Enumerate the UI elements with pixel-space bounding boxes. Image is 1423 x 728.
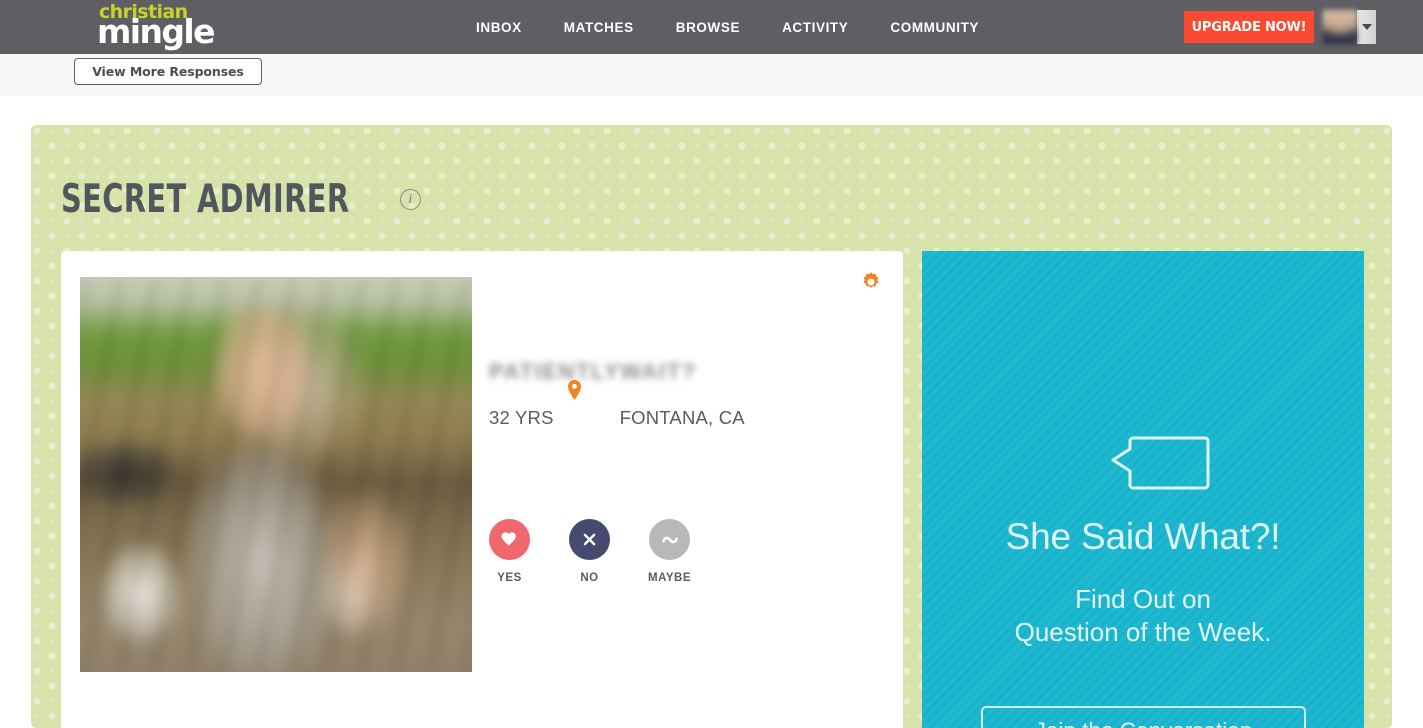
promo-subtext: Find Out on Question of the Week. — [922, 583, 1364, 648]
speech-bubble-icon — [1111, 430, 1211, 492]
gear-icon[interactable] — [858, 269, 884, 295]
profile-photo[interactable] — [80, 277, 472, 672]
profile-username: PATIENTLYWAIT? — [489, 359, 697, 384]
vote-no-label: NO — [580, 572, 599, 584]
view-more-responses-button[interactable]: View More Responses — [74, 58, 262, 85]
nav-link-matches[interactable]: MATCHES — [543, 20, 655, 35]
profile-location: FONTANA, CA — [619, 407, 745, 428]
primary-nav-links: INBOX MATCHES BROWSE ACTIVITY COMMUNITY — [455, 0, 1000, 54]
user-avatar-menu[interactable] — [1323, 10, 1376, 44]
vote-maybe-label: MAYBE — [648, 572, 691, 584]
secret-admirer-panel: SECRET ADMIRER i PATIENTLYWAIT? 32 YRS F… — [31, 125, 1392, 728]
top-navigation-bar: christian mingle INBOX MATCHES BROWSE AC… — [0, 0, 1423, 54]
location-pin-icon — [567, 380, 582, 400]
profile-location-row: 32 YRS FONTANA, CA — [489, 380, 889, 429]
page-title: SECRET ADMIRER — [61, 177, 350, 222]
vote-no-button[interactable]: NO — [569, 519, 610, 584]
vote-maybe-button[interactable]: MAYBE — [648, 519, 691, 584]
close-x-icon — [583, 533, 596, 546]
vote-no-circle — [569, 519, 610, 560]
question-of-the-week-promo: She Said What?! Find Out on Question of … — [922, 251, 1364, 728]
heart-icon — [501, 532, 516, 547]
vote-maybe-circle — [649, 519, 690, 560]
promo-subtext-line1: Find Out on — [1075, 584, 1211, 614]
secret-admirer-profile-card: PATIENTLYWAIT? 32 YRS FONTANA, CA YES NO… — [61, 251, 903, 728]
upgrade-now-button[interactable]: UPGRADE NOW! — [1184, 11, 1314, 43]
profile-age: 32 YRS — [489, 407, 554, 428]
avatar-dropdown-toggle[interactable] — [1357, 10, 1376, 44]
logo-text-mingle: mingle — [97, 12, 216, 51]
promo-heading: She Said What?! — [1005, 516, 1281, 557]
nav-link-browse[interactable]: BROWSE — [655, 20, 761, 35]
christian-mingle-logo[interactable]: christian mingle — [97, 2, 221, 52]
info-icon[interactable]: i — [399, 189, 421, 210]
join-the-conversation-button[interactable]: Join the Conversation — [981, 706, 1306, 728]
vote-yes-circle — [489, 519, 530, 560]
section-header: SECRET ADMIRER i — [61, 180, 485, 219]
avatar — [1323, 10, 1357, 44]
vote-yes-button[interactable]: YES — [489, 519, 530, 584]
nav-link-inbox[interactable]: INBOX — [455, 20, 543, 35]
profile-meta: PATIENTLYWAIT? 32 YRS FONTANA, CA — [489, 359, 889, 429]
vote-yes-label: YES — [497, 572, 522, 584]
nav-link-community[interactable]: COMMUNITY — [869, 20, 1000, 35]
tilde-icon — [661, 536, 678, 543]
promo-subtext-line2: Question of the Week. — [1014, 616, 1272, 647]
chevron-down-icon — [1361, 24, 1372, 30]
vote-buttons: YES NO MAYBE — [489, 519, 691, 584]
nav-link-activity[interactable]: ACTIVITY — [761, 20, 869, 35]
